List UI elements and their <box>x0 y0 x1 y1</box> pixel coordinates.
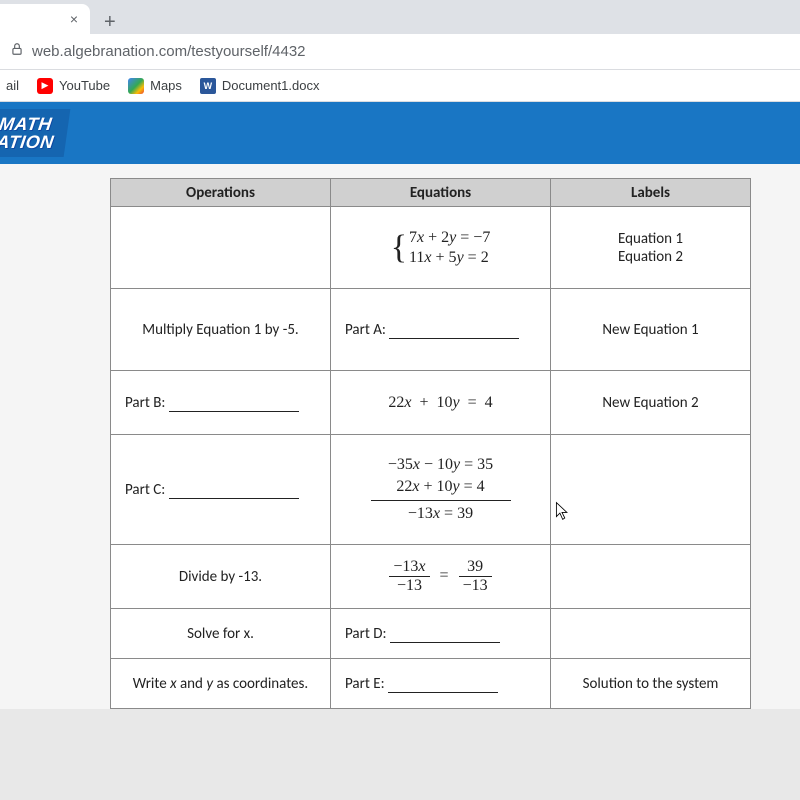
blank-prefix: Part A: <box>345 321 386 339</box>
blank-prefix: Part C: <box>125 481 165 499</box>
bookmark-label: YouTube <box>59 78 110 93</box>
label-text: Equation 1 <box>565 230 736 248</box>
cell-label <box>551 609 751 659</box>
logo-line-1: MATH <box>0 115 58 133</box>
fill-blank[interactable] <box>389 322 519 339</box>
blank-prefix: Part D: <box>345 625 387 643</box>
cell-eq: Part A: <box>331 289 551 371</box>
youtube-icon: ▶ <box>37 78 53 94</box>
table-row: { 7x + 2y = −7 11x + 5y = 2 Equation 1 E… <box>111 207 751 289</box>
fraction-left: −13x −13 <box>389 558 429 595</box>
bookmark-youtube[interactable]: ▶ YouTube <box>37 78 110 94</box>
bookmark-label: Document1.docx <box>222 78 320 93</box>
address-bar: web.algebranation.com/testyourself/4432 <box>0 34 800 70</box>
lock-icon <box>10 42 24 61</box>
fill-blank[interactable] <box>169 482 299 499</box>
equation-text: 11x + 5y = 2 <box>409 249 489 267</box>
fill-blank[interactable] <box>169 395 299 412</box>
maps-icon <box>128 78 144 94</box>
equation-text: 7x + 2y = −7 <box>409 229 490 247</box>
bookmarks-bar: ail ▶ YouTube Maps W Document1.docx <box>0 70 800 102</box>
col-header-equations: Equations <box>331 179 551 207</box>
equation-sum: −13x = 39 <box>371 500 511 523</box>
cell-eq: Part D: <box>331 609 551 659</box>
cell-label: New Equation 2 <box>551 371 751 435</box>
cell-op: Write x and y as coordinates. <box>111 659 331 709</box>
close-icon[interactable]: × <box>70 11 78 27</box>
fill-blank[interactable] <box>388 676 498 693</box>
cell-eq: −13x −13 = 39 −13 <box>331 545 551 609</box>
table-row: Divide by -13. −13x −13 = 39 −13 <box>111 545 751 609</box>
col-header-labels: Labels <box>551 179 751 207</box>
equation-text: 22x + 10y = 4 <box>388 394 492 411</box>
word-icon: W <box>200 78 216 94</box>
table-row: Multiply Equation 1 by -5. Part A: New E… <box>111 289 751 371</box>
cell-label: New Equation 1 <box>551 289 751 371</box>
col-header-operations: Operations <box>111 179 331 207</box>
cell-eq: { 7x + 2y = −7 11x + 5y = 2 <box>331 207 551 289</box>
logo-line-2: ATION <box>0 133 55 151</box>
table-header-row: Operations Equations Labels <box>111 179 751 207</box>
new-tab-button[interactable]: + <box>90 11 130 34</box>
cell-eq: 22x + 10y = 4 <box>331 371 551 435</box>
cell-op: Part B: <box>111 371 331 435</box>
worksheet-table: Operations Equations Labels { 7x + 2y = … <box>110 178 751 709</box>
fraction-right: 39 −13 <box>459 558 492 595</box>
tab-strip: × + <box>0 0 800 34</box>
main-content: Operations Equations Labels { 7x + 2y = … <box>0 164 800 709</box>
blank-prefix: Part E: <box>345 675 385 693</box>
table-row: Solve for x. Part D: <box>111 609 751 659</box>
equation-text: −35x − 10y = 35 <box>388 456 493 474</box>
cell-op: Part C: <box>111 435 331 545</box>
label-text: Equation 2 <box>565 248 736 266</box>
table-row: Write x and y as coordinates. Part E: So… <box>111 659 751 709</box>
cell-eq: −35x − 10y = 35 22x + 10y = 4 −13x = 39 <box>331 435 551 545</box>
bookmark-label: Maps <box>150 78 182 93</box>
table-row: Part C: −35x − 10y = 35 22x + 10y = 4 −1… <box>111 435 751 545</box>
bookmark-label: ail <box>6 78 19 93</box>
cell-label: Solution to the system <box>551 659 751 709</box>
url-text[interactable]: web.algebranation.com/testyourself/4432 <box>32 43 306 60</box>
cell-op: Multiply Equation 1 by -5. <box>111 289 331 371</box>
fill-blank[interactable] <box>390 626 500 643</box>
cell-label: Equation 1 Equation 2 <box>551 207 751 289</box>
cell-label <box>551 435 751 545</box>
browser-tab[interactable]: × <box>0 4 90 34</box>
bookmark-mail[interactable]: ail <box>6 78 19 93</box>
cell-eq: Part E: <box>331 659 551 709</box>
cell-op: Divide by -13. <box>111 545 331 609</box>
site-header: MATH ATION <box>0 102 800 164</box>
bookmark-maps[interactable]: Maps <box>128 78 182 94</box>
blank-prefix: Part B: <box>125 394 165 412</box>
cell-op: Solve for x. <box>111 609 331 659</box>
site-logo[interactable]: MATH ATION <box>0 109 71 157</box>
cell-op <box>111 207 331 289</box>
left-brace-icon: { <box>391 231 407 265</box>
cell-label <box>551 545 751 609</box>
bookmark-document[interactable]: W Document1.docx <box>200 78 320 94</box>
equation-text: 22x + 10y = 4 <box>396 478 484 496</box>
table-row: Part B: 22x + 10y = 4 New Equation 2 <box>111 371 751 435</box>
